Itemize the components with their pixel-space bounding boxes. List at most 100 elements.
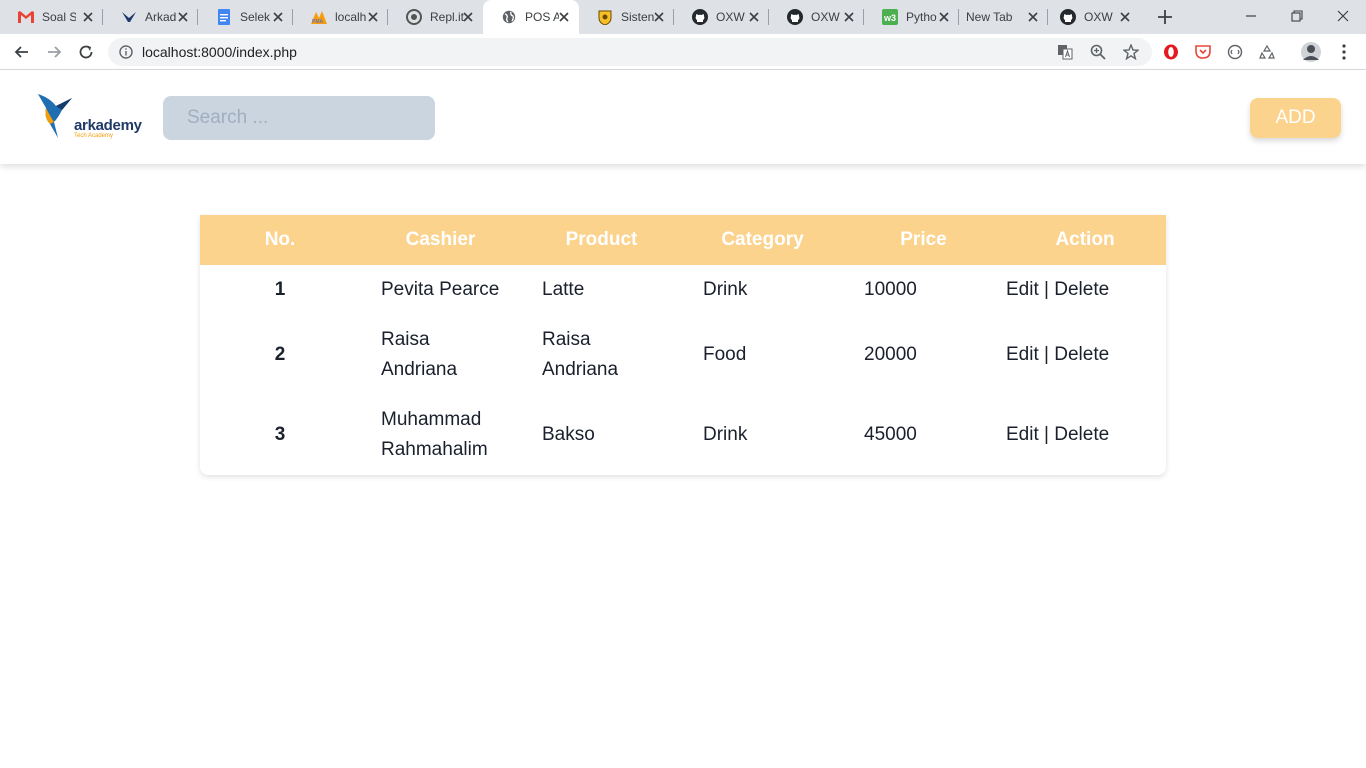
action-separator: | [1044, 344, 1049, 365]
reload-icon [79, 45, 93, 59]
opera-extension-icon[interactable] [1159, 40, 1183, 64]
close-tab-icon[interactable] [557, 10, 571, 24]
github-icon [1060, 9, 1076, 25]
table-header: No. Cashier Product Category Price Actio… [200, 215, 1166, 265]
close-window-button[interactable] [1320, 0, 1366, 32]
github-icon [787, 9, 803, 25]
cell-no: 3 [274, 424, 286, 445]
browser-tab[interactable]: Soal S [0, 0, 103, 34]
back-arrow-icon [14, 46, 28, 58]
browser-tab[interactable]: Selek [198, 0, 293, 34]
cell-cashier: Muhammad Rahmahalim [381, 409, 488, 460]
logo-brand-text: arkademy [74, 117, 142, 134]
close-tab-icon[interactable] [366, 10, 380, 24]
close-tab-icon[interactable] [271, 10, 285, 24]
arkademy-logo[interactable]: arkademy Tech Academy [36, 92, 146, 142]
extension-icon[interactable] [1223, 40, 1247, 64]
browser-tab[interactable]: OXW [1042, 0, 1140, 34]
profile-avatar-icon[interactable] [1299, 40, 1323, 64]
cell-action: Edit | Delete [1004, 315, 1166, 395]
column-header-action: Action [1055, 229, 1115, 250]
table-row: 1 Pevita Pearce Latte Drink 10000 Edit |… [200, 265, 1166, 315]
column-header-no: No. [264, 229, 296, 250]
close-tab-icon[interactable] [461, 10, 475, 24]
docs-icon [216, 9, 232, 25]
browser-tab[interactable]: Repl.it [388, 0, 483, 34]
add-button[interactable]: ADD [1250, 98, 1341, 138]
close-tab-icon[interactable] [81, 10, 95, 24]
cell-no: 2 [274, 344, 286, 365]
info-icon[interactable] [119, 45, 133, 59]
close-tab-icon[interactable] [842, 10, 856, 24]
transactions-table: No. Cashier Product Category Price Actio… [200, 215, 1166, 475]
bookmark-star-icon[interactable] [1122, 43, 1140, 65]
action-separator: | [1044, 279, 1049, 300]
browser-tab[interactable]: PMA localh [293, 0, 388, 34]
browser-tab-active[interactable]: POS A [483, 0, 579, 34]
table-row: 3 Muhammad Rahmahalim Bakso Drink 45000 … [200, 395, 1166, 475]
cell-action: Edit | Delete [1004, 265, 1166, 315]
browser-tabstrip: Soal S Arkad Selek PMA localh Repl.it PO… [0, 0, 1366, 34]
forward-arrow-icon [48, 46, 62, 58]
translate-icon[interactable] [1057, 44, 1073, 65]
address-bar[interactable]: localhost:8000/index.php [108, 38, 1152, 66]
cell-product: Bakso [542, 424, 595, 445]
app-header: arkademy Tech Academy ADD [0, 70, 1366, 164]
browser-tab[interactable]: w3 Pytho [864, 0, 959, 34]
browser-tab[interactable]: Sisten [579, 0, 674, 34]
cell-category: Food [703, 344, 747, 365]
cell-category: Drink [703, 424, 748, 445]
action-separator: | [1044, 424, 1049, 445]
browser-tab[interactable]: Arkad [103, 0, 198, 34]
table-header-row: No. Cashier Product Category Price Actio… [200, 215, 1166, 265]
phpmyadmin-icon: PMA [311, 9, 327, 25]
cell-cashier: Pevita Pearce [381, 279, 500, 300]
browser-tab[interactable]: OXW [674, 0, 769, 34]
forward-button[interactable] [42, 40, 66, 64]
edit-link[interactable]: Edit [1006, 344, 1039, 365]
back-button[interactable] [10, 40, 34, 64]
arkademy-icon [121, 9, 137, 25]
w3schools-icon: w3 [882, 9, 898, 25]
browser-toolbar: localhost:8000/index.php [0, 34, 1366, 70]
minimize-button[interactable] [1228, 0, 1274, 32]
search-input[interactable] [163, 96, 435, 140]
reload-button[interactable] [74, 40, 98, 64]
cell-action: Edit | Delete [1004, 395, 1166, 475]
cell-cashier: Raisa Andriana [381, 329, 458, 380]
svg-text:w3: w3 [883, 13, 896, 23]
gmail-icon [18, 9, 34, 25]
cell-product: Latte [542, 279, 585, 300]
close-tab-icon[interactable] [937, 10, 951, 24]
column-header-price: Price [900, 229, 947, 250]
hummingbird-logo-icon [38, 94, 72, 138]
new-tab-icon[interactable] [1155, 7, 1175, 27]
globe-icon [501, 9, 517, 25]
close-tab-icon[interactable] [747, 10, 761, 24]
delete-link[interactable]: Delete [1054, 279, 1109, 300]
url-text: localhost:8000/index.php [142, 44, 297, 60]
close-tab-icon[interactable] [652, 10, 666, 24]
edit-link[interactable]: Edit [1006, 279, 1039, 300]
column-header-category: Category [721, 229, 804, 250]
cell-price: 20000 [864, 344, 917, 365]
restore-button[interactable] [1274, 0, 1320, 32]
close-tab-icon[interactable] [1118, 10, 1132, 24]
zoom-icon[interactable] [1090, 44, 1106, 65]
restore-icon [1291, 10, 1303, 22]
browser-tab[interactable]: New Tab [959, 0, 1048, 34]
cell-category: Drink [703, 279, 748, 300]
close-tab-icon[interactable] [1026, 10, 1040, 24]
menu-dots-icon[interactable] [1332, 40, 1356, 64]
column-header-cashier: Cashier [405, 229, 476, 250]
edit-link[interactable]: Edit [1006, 424, 1039, 445]
cell-price: 10000 [864, 279, 917, 300]
browser-tab[interactable]: OXW [769, 0, 864, 34]
close-tab-icon[interactable] [176, 10, 190, 24]
delete-link[interactable]: Delete [1054, 344, 1109, 365]
table-row: 2 Raisa Andriana Raisa Andriana Food 200… [200, 315, 1166, 395]
delete-link[interactable]: Delete [1054, 424, 1109, 445]
replit-icon [406, 9, 422, 25]
pocket-extension-icon[interactable] [1191, 40, 1215, 64]
recycle-extension-icon[interactable] [1255, 40, 1279, 64]
